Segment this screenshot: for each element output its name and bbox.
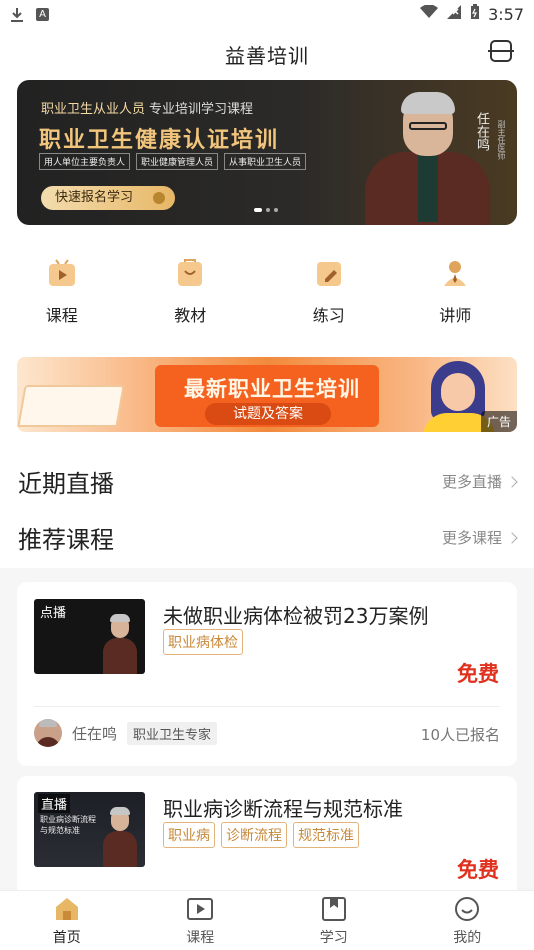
study-bookmark-icon xyxy=(321,897,347,921)
quick-nav-courses[interactable]: 课程 xyxy=(0,250,129,330)
instructor-figure xyxy=(103,612,137,674)
banner-tag: 从事职业卫生人员 xyxy=(224,153,307,170)
banner-headline: 职业卫生健康认证培训 xyxy=(39,128,280,153)
course-teacher: 任在鸣 职业卫生专家 xyxy=(34,719,218,747)
banner-tag: 用人单位主要负责人 xyxy=(39,153,131,170)
carousel-dot xyxy=(274,208,278,212)
a-badge-icon: A xyxy=(36,7,49,21)
recommended-section-header: 推荐课程 更多课程 xyxy=(18,520,518,555)
banner-subtitle: 职业卫生从业人员 专业培训学习课程 xyxy=(41,98,253,117)
live-section-header: 近期直播 更多直播 xyxy=(18,464,518,499)
quick-nav-textbooks[interactable]: 教材 xyxy=(124,250,258,330)
ad-tag: 广告 xyxy=(480,411,517,432)
course-thumbnail: 直播 职业病诊断流程与规范标准 xyxy=(34,792,145,867)
course-kind-badge: 直播 xyxy=(38,794,71,813)
banner-instructor-title: 副主任医师 xyxy=(497,120,506,160)
tab-label: 学习 xyxy=(319,930,348,946)
quick-nav-label: 练习 xyxy=(312,306,345,325)
course-thumbnail: 点播 xyxy=(34,599,145,674)
home-content: 职业卫生从业人员 专业培训学习课程 职业卫生健康认证培训 用人单位主要负责人 职业… xyxy=(0,80,534,916)
quick-nav-label: 教材 xyxy=(174,306,207,325)
profile-smile-icon xyxy=(454,897,480,921)
tab-label: 课程 xyxy=(186,930,215,946)
course-play-icon xyxy=(187,897,214,921)
section-title: 近期直播 xyxy=(18,470,114,498)
more-courses-label: 更多课程 xyxy=(441,529,502,547)
banner-subtitle-rest: 专业培训学习课程 xyxy=(149,102,254,117)
course-tag: 职业病体检 xyxy=(163,629,243,655)
instructor-figure xyxy=(103,805,137,867)
carousel-dot xyxy=(254,208,262,212)
enrolled-count: 10人已报名 xyxy=(420,726,500,744)
scan-icon[interactable] xyxy=(488,40,514,62)
course-card[interactable]: 点播 未做职业病体检被罚23万案例 职业病体检 免费 任在鸣 职业卫生专家 10… xyxy=(17,582,517,766)
more-live-label: 更多直播 xyxy=(441,473,502,491)
download-icon xyxy=(10,7,24,22)
pencil-note-icon xyxy=(315,258,343,288)
section-title: 推荐课程 xyxy=(18,526,114,554)
tab-home[interactable]: 首页 xyxy=(0,891,134,950)
instructor-photo xyxy=(355,88,495,225)
play-video-icon xyxy=(48,258,76,288)
course-tags: 职业病 诊断流程 规范标准 xyxy=(163,822,359,848)
course-list: 点播 未做职业病体检被罚23万案例 职业病体检 免费 任在鸣 职业卫生专家 10… xyxy=(0,568,534,916)
more-courses-link[interactable]: 更多课程 xyxy=(441,527,518,548)
course-tag: 职业病 xyxy=(163,822,215,848)
quick-nav: 课程 教材 练习 讲师 xyxy=(0,250,534,330)
divider xyxy=(34,706,500,707)
carousel-dot xyxy=(266,208,270,212)
quick-nav-label: 讲师 xyxy=(439,306,472,325)
home-icon xyxy=(54,897,80,921)
ad-banner[interactable]: 最新职业卫生培训 试题及答案 广告 xyxy=(17,357,517,432)
teacher-icon xyxy=(441,258,469,288)
banner-tag: 职业健康管理人员 xyxy=(136,153,219,170)
quick-nav-label: 课程 xyxy=(45,306,78,325)
course-tags: 职业病体检 xyxy=(163,629,243,655)
teacher-title-badge: 职业卫生专家 xyxy=(127,721,218,745)
wifi-icon xyxy=(420,4,439,23)
course-price: 免费 xyxy=(457,858,499,882)
tab-label: 首页 xyxy=(52,930,81,946)
banner-carousel[interactable]: 职业卫生从业人员 专业培训学习课程 职业卫生健康认证培训 用人单位主要负责人 职业… xyxy=(17,80,517,225)
ad-subtitle: 试题及答案 xyxy=(205,403,331,425)
page-title: 益善培训 xyxy=(225,43,309,68)
quick-nav-teachers[interactable]: 讲师 xyxy=(389,250,523,330)
carousel-indicator xyxy=(254,208,278,212)
course-price: 免费 xyxy=(457,662,499,686)
course-kind-badge: 点播 xyxy=(40,606,67,621)
tab-study[interactable]: 学习 xyxy=(267,891,401,950)
signal-icon xyxy=(446,5,462,23)
battery-icon xyxy=(470,4,480,24)
thumbnail-title: 职业病诊断流程与规范标准 xyxy=(40,815,96,835)
banner-tags: 用人单位主要负责人 职业健康管理人员 从事职业卫生人员 xyxy=(39,153,307,170)
course-title: 未做职业病体检被罚23万案例 xyxy=(163,604,429,628)
course-tag: 诊断流程 xyxy=(221,822,287,848)
avatar xyxy=(34,719,62,747)
bottom-tab-bar: 首页 课程 学习 我的 xyxy=(0,890,534,950)
clock: 3:57 xyxy=(488,4,524,24)
app-header: 益善培训 xyxy=(0,28,534,80)
book-bag-icon xyxy=(176,258,204,288)
chevron-right-icon xyxy=(506,475,518,488)
teacher-name: 任在鸣 xyxy=(72,724,118,743)
tab-label: 我的 xyxy=(453,930,482,946)
course-tag: 规范标准 xyxy=(293,822,359,848)
banner-signup-button[interactable]: 快速报名学习 xyxy=(41,186,175,210)
banner-subtitle-highlight: 职业卫生从业人员 xyxy=(41,102,146,117)
chevron-right-icon xyxy=(506,531,518,544)
tab-courses[interactable]: 课程 xyxy=(134,891,268,950)
tab-profile[interactable]: 我的 xyxy=(401,891,534,950)
status-bar: A 3:57 xyxy=(0,0,534,28)
banner-instructor-name: 任在鸣 xyxy=(474,112,489,151)
quick-nav-practice[interactable]: 练习 xyxy=(262,250,396,330)
course-title: 职业病诊断流程与规范标准 xyxy=(163,797,403,821)
more-live-link[interactable]: 更多直播 xyxy=(441,471,518,492)
